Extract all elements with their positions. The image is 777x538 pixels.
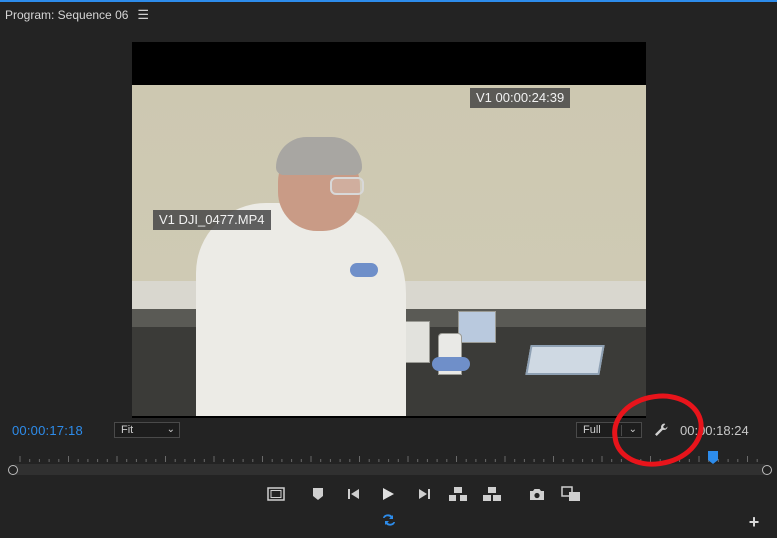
chevron-down-icon: ⌄ [166, 424, 175, 435]
step-forward-icon [419, 489, 430, 499]
zoom-handle-right[interactable] [762, 465, 772, 475]
panel-title: Program: Sequence 06 [5, 8, 129, 22]
comparison-view-icon [561, 486, 580, 501]
zoom-level-select[interactable]: Fit ⌄ [114, 422, 180, 438]
video-frame [132, 85, 646, 416]
lab-coat [196, 203, 406, 416]
zoom-level-value: Fit [121, 424, 134, 436]
comparison-view-button[interactable] [561, 484, 581, 504]
play-icon [383, 488, 394, 500]
scientist-hair [276, 137, 362, 175]
lab-instrument [458, 311, 496, 343]
select-divider [621, 425, 622, 436]
glove [350, 263, 378, 277]
add-marker-button[interactable] [308, 484, 328, 504]
glove [432, 357, 470, 371]
playhead[interactable] [708, 451, 718, 464]
wrench-icon[interactable] [653, 422, 669, 438]
lift-icon [449, 487, 467, 501]
marker-icon [313, 488, 323, 500]
ruler-ticks [19, 456, 758, 462]
loop-playback-icon[interactable] [380, 512, 398, 528]
hamburger-menu-icon[interactable]: ☰ [137, 7, 149, 23]
step-forward-button[interactable] [414, 484, 434, 504]
camera-icon [530, 489, 544, 500]
safety-glasses [330, 177, 364, 195]
duration-timecode: 00:00:18:24 [680, 423, 749, 438]
extract-icon [483, 487, 501, 501]
time-ruler[interactable] [8, 448, 772, 476]
panel-header: Program: Sequence 06 ☰ [0, 2, 777, 28]
timecode-overlay: V1 00:00:24:39 [470, 88, 571, 108]
lab-tablet [525, 345, 605, 375]
plus-icon[interactable]: + [747, 513, 761, 531]
program-monitor-viewer[interactable]: V1 00:00:24:39 [132, 42, 646, 418]
current-timecode[interactable]: 00:00:17:18 [12, 423, 83, 438]
step-back-button[interactable] [344, 484, 364, 504]
lift-button[interactable] [448, 484, 468, 504]
zoom-handle-left[interactable] [8, 465, 18, 475]
extract-button[interactable] [482, 484, 502, 504]
transport-controls [0, 484, 777, 504]
step-back-icon [348, 489, 359, 499]
safe-margins-button[interactable] [266, 484, 286, 504]
play-button[interactable] [378, 484, 398, 504]
safe-margins-icon [267, 487, 285, 501]
clip-name-overlay: V1 DJI_0477.MP4 [153, 210, 271, 230]
playback-resolution-select[interactable]: Full ⌄ [576, 422, 642, 438]
chevron-down-icon: ⌄ [628, 424, 637, 435]
playback-resolution-value: Full [583, 424, 601, 436]
timeline-scroll-track[interactable] [15, 464, 765, 475]
export-frame-button[interactable] [527, 484, 547, 504]
